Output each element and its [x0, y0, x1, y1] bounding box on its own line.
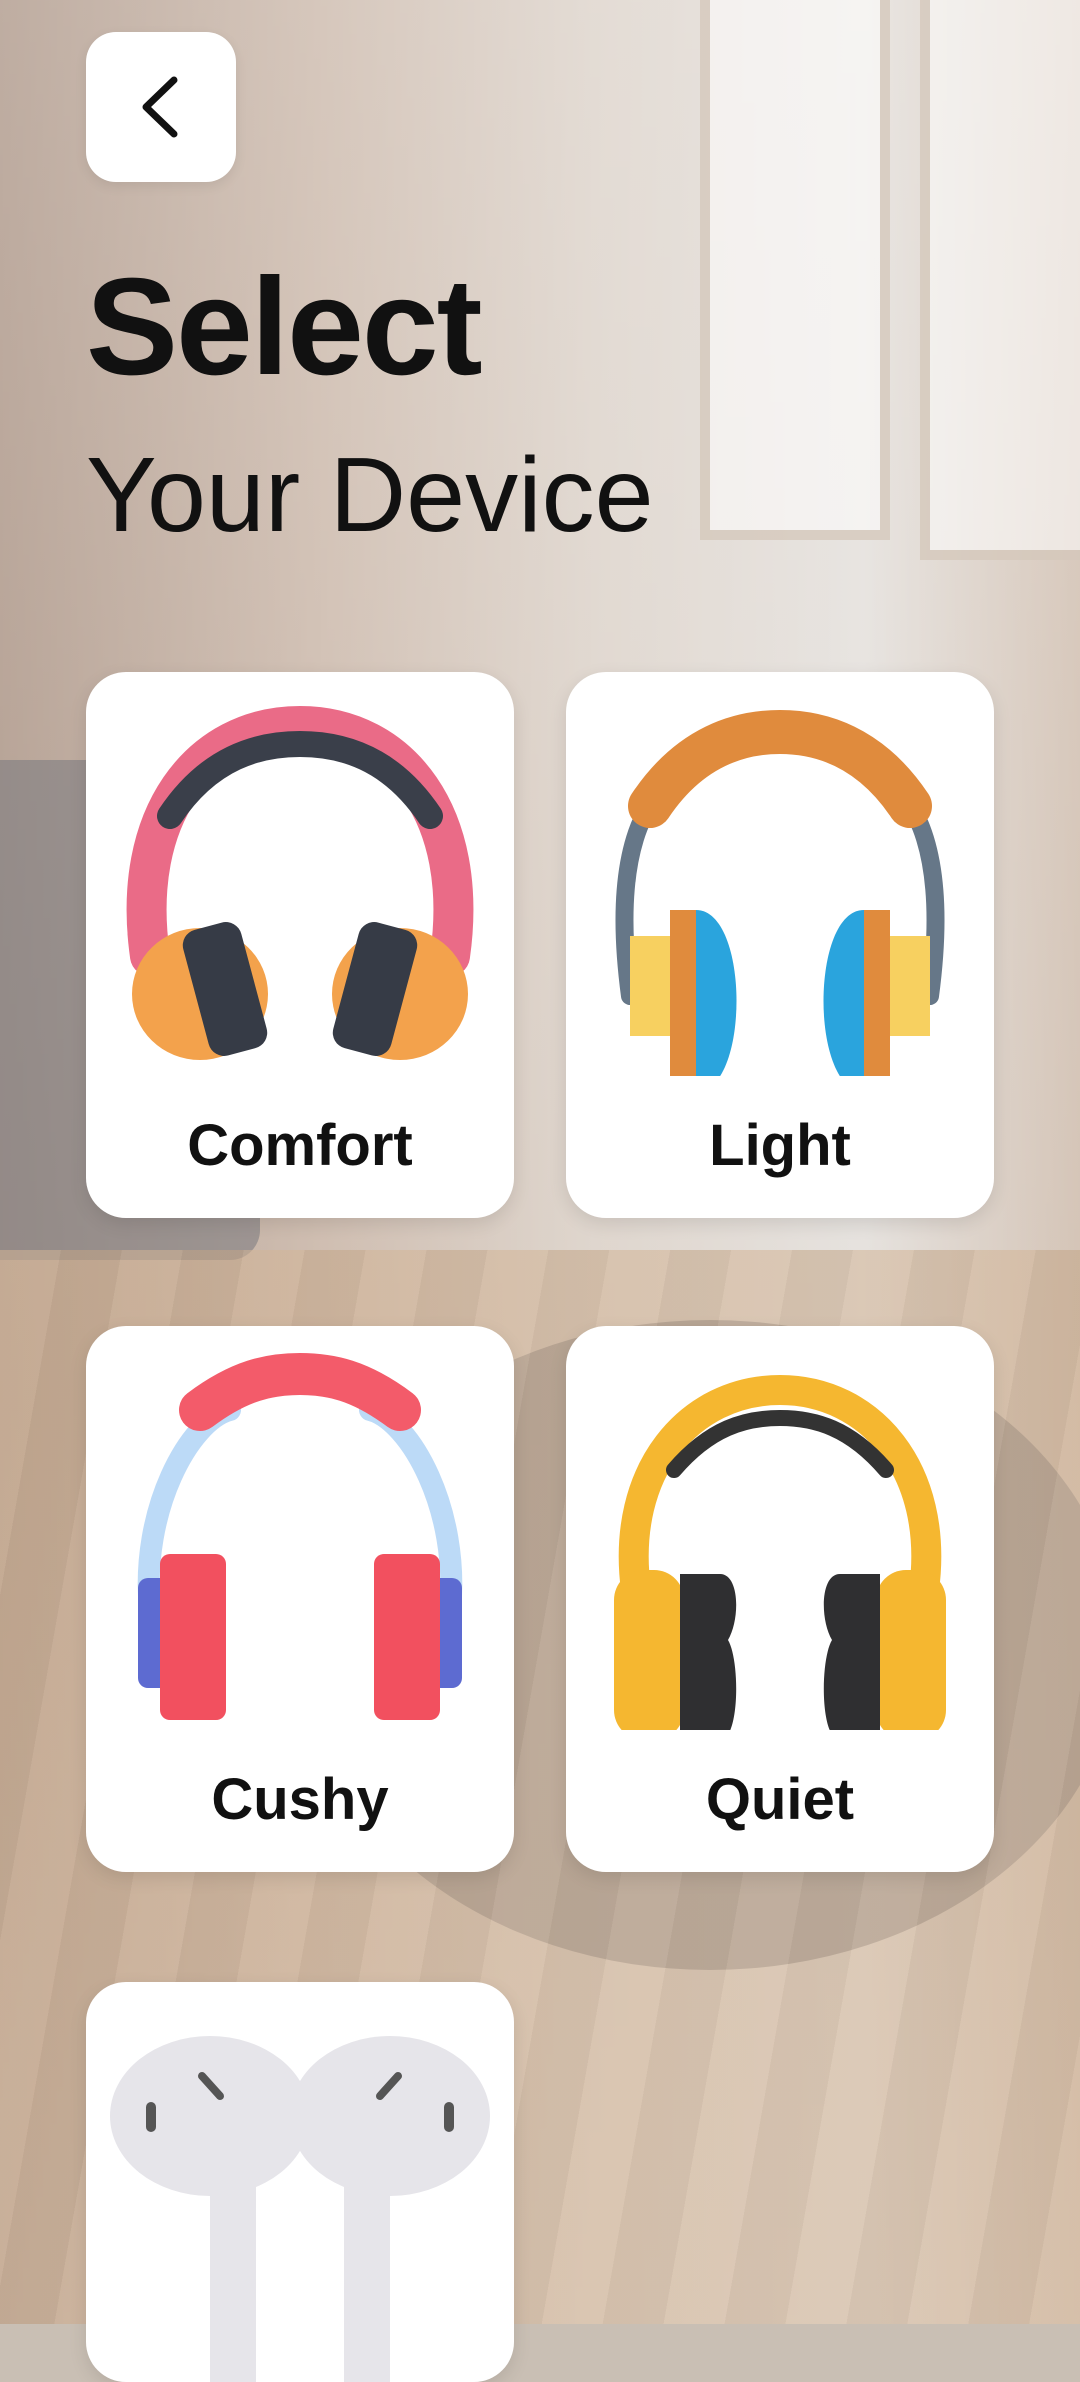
- pink-headphones-icon: [126, 705, 474, 1060]
- earbuds-icon: [110, 2036, 490, 2382]
- yellow-headphones-icon: [614, 1374, 946, 1730]
- back-button[interactable]: [86, 32, 236, 182]
- device-card-cushy[interactable]: Cushy: [86, 1326, 514, 1872]
- device-card-earbuds[interactable]: [86, 1982, 514, 2382]
- chevron-left-icon: [142, 76, 178, 138]
- device-label-comfort: Comfort: [187, 1113, 413, 1178]
- page-subtitle: Your Device: [86, 436, 654, 554]
- orange-headphones-icon: [615, 709, 945, 1076]
- red-headphones-icon: [137, 1352, 463, 1720]
- device-label-cushy: Cushy: [211, 1767, 389, 1832]
- device-card-quiet[interactable]: Quiet: [566, 1326, 994, 1872]
- device-label-light: Light: [709, 1113, 851, 1178]
- device-card-light[interactable]: Light: [566, 672, 994, 1218]
- device-label-quiet: Quiet: [705, 1767, 855, 1832]
- page-title: Select: [86, 250, 483, 404]
- device-card-comfort[interactable]: Comfort: [86, 672, 514, 1218]
